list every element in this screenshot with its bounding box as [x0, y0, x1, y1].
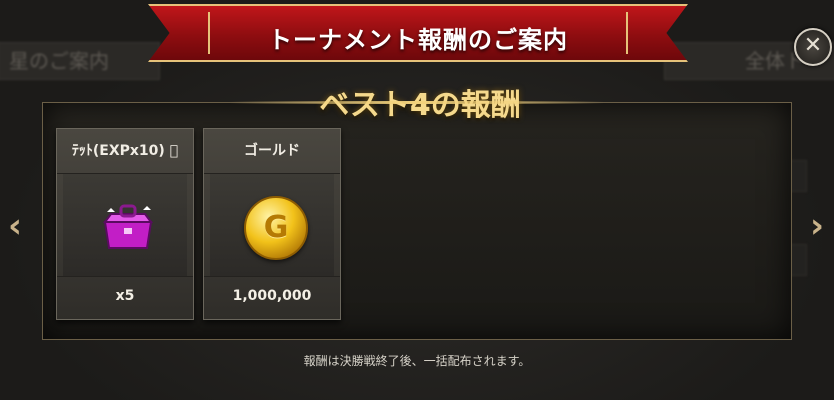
toolbox-icon	[103, 204, 153, 249]
background-tab-left: 星のご案内	[0, 42, 160, 80]
reward-amount: x5	[57, 276, 193, 315]
reward-name: ﾃｯﾄ(EXPx10) ﾞ	[57, 129, 193, 174]
reward-name: ゴールド	[204, 129, 340, 174]
close-button[interactable]: ✕	[794, 28, 832, 66]
banner-title: トーナメント報酬のご案内	[268, 26, 568, 54]
reward-card[interactable]: ゴールド G 1,000,000	[203, 128, 341, 320]
title-glow-divider	[230, 101, 604, 104]
reward-amount: 1,000,000	[204, 276, 340, 315]
coin-letter: G	[263, 210, 289, 245]
title-banner: トーナメント報酬のご案内	[148, 4, 688, 62]
gold-coin-icon: G	[244, 196, 308, 260]
reward-icon-area: G	[210, 174, 334, 276]
reward-icon-area	[63, 174, 187, 276]
next-arrow-icon[interactable]: ›	[810, 206, 824, 246]
distribution-note: 報酬は決勝戦終了後、一括配布されます。	[303, 354, 531, 368]
reward-card[interactable]: ﾃｯﾄ(EXPx10) ﾞ x5	[56, 128, 194, 320]
previous-arrow-icon[interactable]: ‹	[8, 206, 22, 246]
